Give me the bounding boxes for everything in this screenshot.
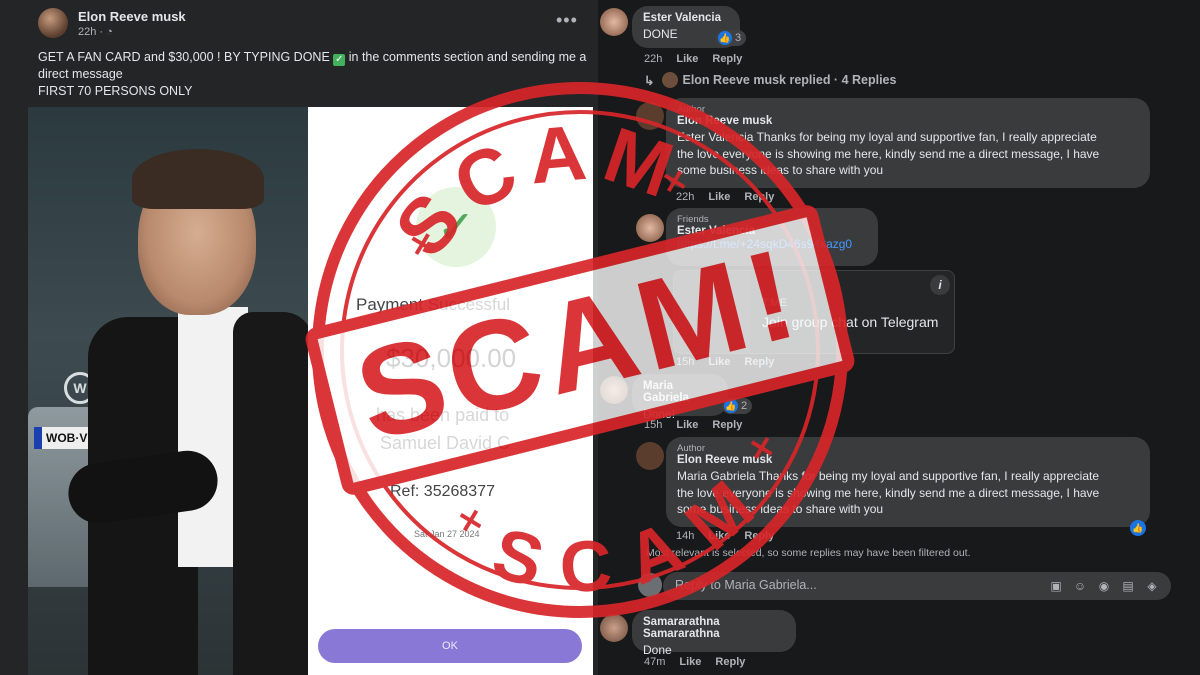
- comment-time[interactable]: 47m: [644, 656, 665, 668]
- like-link[interactable]: Like: [676, 419, 698, 431]
- receipt-ok-button: OK: [318, 629, 582, 663]
- link-preview-card[interactable]: T.ME Join group chat on Telegram i: [673, 270, 955, 354]
- receipt-date: Sat Jan 27 2024: [414, 529, 480, 539]
- telegram-link[interactable]: https://t.me/+24sqkD46s94xazg0: [677, 237, 867, 251]
- avatar-sticker-icon[interactable]: ▣: [1047, 577, 1065, 595]
- author-badge: Author: [677, 443, 705, 454]
- comment-actions: 15h Like Reply: [676, 356, 788, 368]
- comment-actions: 22h Like Reply: [676, 191, 788, 203]
- camera-icon[interactable]: ◉: [1095, 577, 1113, 595]
- receipt-amount: $30,000.00: [386, 343, 517, 373]
- like-icon: 👍: [724, 399, 738, 413]
- post-timestamp[interactable]: 22h · ◔: [78, 26, 186, 38]
- like-link[interactable]: Like: [676, 53, 698, 65]
- comment-actions: 15h Like Reply: [644, 419, 756, 431]
- commenter-avatar[interactable]: [636, 214, 664, 242]
- link-domain: T.ME: [762, 297, 788, 309]
- comment-actions: 47m Like Reply: [644, 656, 759, 668]
- comments-panel: Ester Valencia DONE 👍 3 22h Like Reply ↳ El…: [598, 0, 1200, 675]
- reaction-count[interactable]: 👍 3: [716, 30, 747, 46]
- like-link[interactable]: Like: [708, 530, 730, 542]
- comment-bubble: Author Elon Reeve musk Ester Valencia Th…: [666, 98, 1150, 188]
- comment-text: Ester Valencia Thanks for being my loyal…: [677, 130, 1100, 177]
- comment-actions: 22h Like Reply: [644, 53, 756, 65]
- commenter-name[interactable]: Elon Reeve musk: [677, 115, 1139, 127]
- payment-receipt: ✓ Payment Successful $30,000.00 has been…: [308, 107, 593, 675]
- commenter-avatar[interactable]: [600, 376, 628, 404]
- receipt-paid-to: has been paid to: [376, 405, 510, 425]
- reply-link[interactable]: Reply: [712, 53, 742, 65]
- reaction-count[interactable]: 👍 2: [722, 398, 753, 414]
- comment-actions: 14h Like Reply: [676, 530, 788, 542]
- reply-link[interactable]: Reply: [712, 419, 742, 431]
- comment-time[interactable]: 22h: [676, 191, 694, 203]
- current-user-avatar: [638, 573, 662, 597]
- comment-bubble: Samararathna Samararathna Done: [632, 610, 796, 657]
- reply-input[interactable]: Reply to Maria Gabriela... ▣ ☺ ◉ ▤ ◈: [663, 572, 1171, 600]
- like-icon: 👍: [718, 31, 732, 45]
- filter-note: Most relevant is selected, so some repli…: [646, 547, 971, 559]
- info-icon[interactable]: i: [930, 275, 950, 295]
- post-author-name[interactable]: Elon Reeve musk: [78, 9, 186, 24]
- like-link[interactable]: Like: [708, 356, 730, 368]
- reply-link[interactable]: Reply: [744, 530, 774, 542]
- commenter-avatar[interactable]: [600, 614, 628, 642]
- more-options-icon[interactable]: •••: [556, 10, 578, 31]
- commenter-avatar[interactable]: [636, 442, 664, 470]
- like-icon[interactable]: 👍: [1130, 520, 1146, 536]
- reply-arrow-icon: ↳: [644, 73, 655, 88]
- gif-icon[interactable]: ▤: [1119, 577, 1137, 595]
- view-replies-link[interactable]: ↳ Elon Reeve musk replied · 4 Replies: [644, 72, 896, 88]
- link-title: Join group chat on Telegram: [762, 314, 939, 330]
- reply-link[interactable]: Reply: [715, 656, 745, 668]
- author-badge: Author: [677, 104, 705, 115]
- mini-avatar: [662, 72, 679, 88]
- check-mark-icon: ✓: [333, 54, 346, 66]
- like-link[interactable]: Like: [679, 656, 701, 668]
- reply-placeholder: Reply to Maria Gabriela...: [675, 578, 817, 592]
- comment-bubble: Maria Gabriela Done!: [632, 374, 728, 421]
- reply-link[interactable]: Reply: [744, 191, 774, 203]
- success-check-icon: ✓: [416, 187, 496, 267]
- commenter-name[interactable]: Ester Valencia: [643, 12, 729, 24]
- sticker-icon[interactable]: ◈: [1143, 577, 1161, 595]
- post-text: GET A FAN CARD and $30,000 ! BY TYPING D…: [38, 50, 587, 98]
- commenter-avatar[interactable]: [636, 102, 664, 130]
- photo-man-by-car: W WOB·VH 5: [28, 107, 308, 675]
- suit-shape-right: [233, 312, 308, 675]
- link-thumbnail: [674, 271, 750, 353]
- commenter-name[interactable]: Ester Valencia: [677, 225, 867, 237]
- comment-time[interactable]: 22h: [644, 53, 662, 65]
- like-link[interactable]: Like: [708, 191, 730, 203]
- comment-text: Maria Gabriela Thanks for being my loyal…: [677, 469, 1100, 516]
- comment-bubble: Friends Ester Valencia https://t.me/+24s…: [666, 208, 878, 266]
- post-header: Elon Reeve musk 22h · ◔: [38, 6, 186, 40]
- globe-icon: ◔: [106, 25, 113, 38]
- comment-bubble: Author Elon Reeve musk Maria Gabriela Th…: [666, 437, 1150, 527]
- friends-badge: Friends: [677, 214, 709, 225]
- author-avatar[interactable]: [38, 8, 68, 38]
- commenter-name[interactable]: Maria Gabriela: [643, 380, 717, 404]
- comment-time[interactable]: 15h: [676, 356, 694, 368]
- emoji-icon[interactable]: ☺: [1071, 577, 1089, 595]
- receipt-recipient: Samuel David C: [380, 433, 511, 453]
- comment-time[interactable]: 15h: [644, 419, 662, 431]
- hair-shape: [132, 149, 264, 209]
- reply-link[interactable]: Reply: [744, 356, 774, 368]
- receipt-reference: Ref: 35268377: [390, 483, 495, 500]
- commenter-avatar[interactable]: [600, 8, 628, 36]
- reply-toolbar: ▣ ☺ ◉ ▤ ◈: [1041, 577, 1161, 595]
- post-image[interactable]: W WOB·VH 5 ✓ Payment Successful $30,000.…: [28, 107, 593, 675]
- comment-time[interactable]: 14h: [676, 530, 694, 542]
- commenter-name[interactable]: Elon Reeve musk: [677, 454, 1139, 466]
- commenter-name[interactable]: Samararathna Samararathna: [643, 616, 785, 640]
- receipt-title: Payment Successful: [356, 295, 511, 314]
- post-card: Elon Reeve musk 22h · ◔ ••• GET A FAN CA…: [0, 0, 598, 675]
